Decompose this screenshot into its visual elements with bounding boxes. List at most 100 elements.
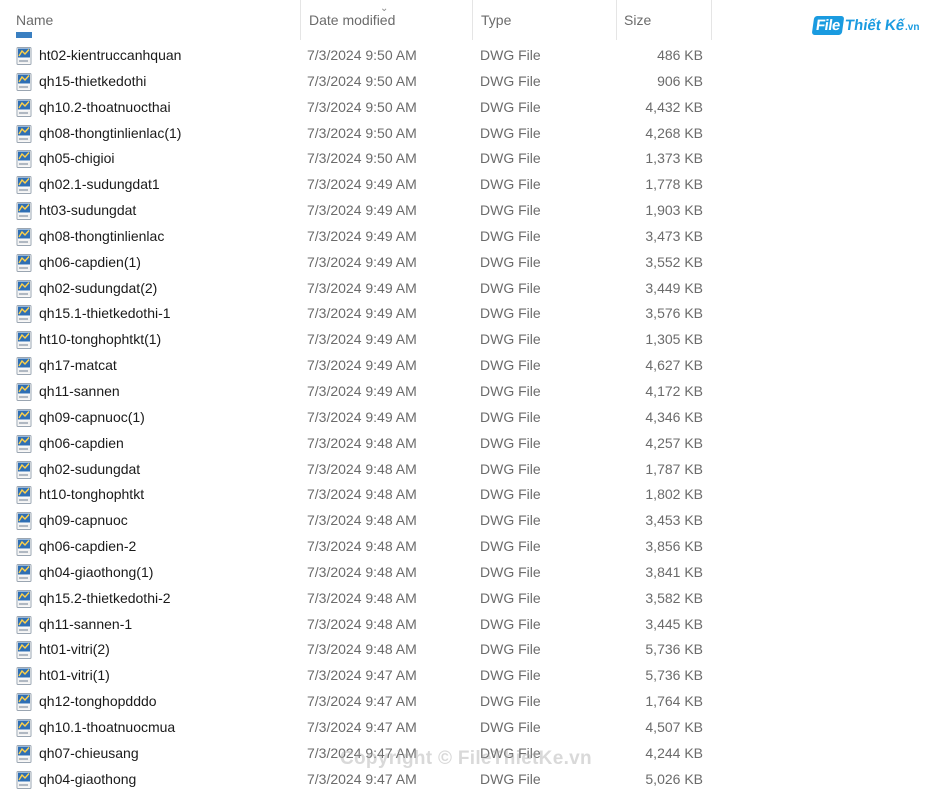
file-type: DWG File (480, 150, 541, 167)
file-type: DWG File (480, 253, 541, 270)
file-row[interactable]: qh05-chigioi 7/3/2024 9:50 AM DWG File 1… (0, 146, 712, 172)
file-size: 1,778 KB (645, 176, 703, 193)
file-date-modified: 7/3/2024 9:48 AM (307, 563, 417, 580)
file-type: DWG File (480, 382, 541, 399)
file-row[interactable]: ht10-tonghophtkt 7/3/2024 9:48 AM DWG Fi… (0, 482, 712, 508)
file-name: qh02.1-sudungdat1 (39, 176, 160, 193)
file-row[interactable]: qh15-thietkedothi 7/3/2024 9:50 AM DWG F… (0, 69, 712, 95)
file-name: qh04-giaothong(1) (39, 563, 154, 580)
file-type: DWG File (480, 124, 541, 141)
dwg-file-icon (16, 589, 32, 608)
column-header-size[interactable]: Size (617, 0, 712, 40)
file-type: DWG File (480, 331, 541, 348)
file-explorer: Name Date modified Type Size ⌄ File Thiế… (0, 0, 950, 798)
file-name: qh10.2-thoatnuocthai (39, 98, 171, 115)
dwg-file-icon (16, 512, 32, 531)
file-date-modified: 7/3/2024 9:49 AM (307, 331, 417, 348)
file-row[interactable]: ht10-tonghophtkt(1) 7/3/2024 9:49 AM DWG… (0, 327, 712, 353)
file-name: qh09-capnuoc (39, 512, 128, 529)
file-name: qh08-thongtinlienlac (39, 227, 165, 244)
file-row[interactable]: qh02.1-sudungdat1 7/3/2024 9:49 AM DWG F… (0, 172, 712, 198)
file-list: ht02-kientruccanhquan 7/3/2024 9:50 AM D… (0, 43, 712, 792)
clipped-row (16, 30, 216, 40)
file-row[interactable]: qh11-sannen 7/3/2024 9:49 AM DWG File 4,… (0, 379, 712, 405)
column-header-type[interactable]: Type (473, 0, 617, 40)
file-row[interactable]: qh15.2-thietkedothi-2 7/3/2024 9:48 AM D… (0, 586, 712, 612)
file-size: 1,903 KB (645, 202, 703, 219)
logo-text: Thiết Kế (843, 17, 906, 34)
file-size: 3,552 KB (645, 253, 703, 270)
file-size: 3,582 KB (645, 589, 703, 606)
file-type: DWG File (480, 47, 541, 63)
file-size: 4,172 KB (645, 382, 703, 399)
file-row[interactable]: qh11-sannen-1 7/3/2024 9:48 AM DWG File … (0, 612, 712, 638)
file-date-modified: 7/3/2024 9:49 AM (307, 305, 417, 322)
file-date-modified: 7/3/2024 9:49 AM (307, 202, 417, 219)
file-row[interactable]: qh09-capnuoc(1) 7/3/2024 9:49 AM DWG Fil… (0, 405, 712, 431)
dwg-file-icon (16, 305, 32, 324)
dwg-file-icon (16, 331, 32, 350)
file-name: qh09-capnuoc(1) (39, 408, 145, 425)
logo-box: File (811, 16, 845, 35)
file-name: ht03-sudungdat (39, 202, 137, 219)
file-row[interactable]: qh10.1-thoatnuocmua 7/3/2024 9:47 AM DWG… (0, 715, 712, 741)
dwg-file-icon (16, 641, 32, 660)
dwg-file-icon (16, 538, 32, 557)
file-row[interactable]: ht02-kientruccanhquan 7/3/2024 9:50 AM D… (0, 43, 712, 69)
file-size: 3,453 KB (645, 512, 703, 529)
file-row[interactable]: qh12-tonghopdddo 7/3/2024 9:47 AM DWG Fi… (0, 689, 712, 715)
file-size: 3,841 KB (645, 563, 703, 580)
file-row[interactable]: qh08-thongtinlienlac 7/3/2024 9:49 AM DW… (0, 224, 712, 250)
column-header-name-label: Name (16, 12, 54, 28)
file-row[interactable]: ht01-vitri(2) 7/3/2024 9:48 AM DWG File … (0, 637, 712, 663)
file-name: qh17-matcat (39, 357, 117, 374)
file-name: qh07-chieusang (39, 744, 139, 761)
column-header-type-label: Type (481, 12, 512, 28)
file-date-modified: 7/3/2024 9:48 AM (307, 460, 417, 477)
file-row[interactable]: qh07-chieusang 7/3/2024 9:47 AM DWG File… (0, 741, 712, 767)
file-row[interactable]: qh17-matcat 7/3/2024 9:49 AM DWG File 4,… (0, 353, 712, 379)
file-type: DWG File (480, 718, 541, 735)
file-row[interactable]: qh06-capdien-2 7/3/2024 9:48 AM DWG File… (0, 534, 712, 560)
file-date-modified: 7/3/2024 9:48 AM (307, 615, 417, 632)
file-row[interactable]: qh15.1-thietkedothi-1 7/3/2024 9:49 AM D… (0, 301, 712, 327)
logo-domain: .vn (905, 22, 920, 33)
dwg-file-icon (16, 434, 32, 453)
file-row[interactable]: qh04-giaothong 7/3/2024 9:47 AM DWG File… (0, 767, 712, 793)
file-date-modified: 7/3/2024 9:47 AM (307, 718, 417, 735)
file-size: 1,373 KB (645, 150, 703, 167)
file-row[interactable]: qh06-capdien(1) 7/3/2024 9:49 AM DWG Fil… (0, 250, 712, 276)
file-row[interactable]: qh02-sudungdat 7/3/2024 9:48 AM DWG File… (0, 457, 712, 483)
dwg-file-icon (16, 744, 32, 763)
file-size: 1,305 KB (645, 331, 703, 348)
file-name: qh08-thongtinlienlac(1) (39, 124, 182, 141)
file-row[interactable]: qh06-capdien 7/3/2024 9:48 AM DWG File 4… (0, 431, 712, 457)
file-type: DWG File (480, 227, 541, 244)
file-row[interactable]: qh10.2-thoatnuocthai 7/3/2024 9:50 AM DW… (0, 95, 712, 121)
file-date-modified: 7/3/2024 9:47 AM (307, 770, 417, 787)
file-type: DWG File (480, 693, 541, 710)
file-name: ht01-vitri(1) (39, 667, 110, 684)
file-size: 3,445 KB (645, 615, 703, 632)
file-row[interactable]: qh08-thongtinlienlac(1) 7/3/2024 9:50 AM… (0, 121, 712, 147)
file-size: 4,507 KB (645, 718, 703, 735)
file-row[interactable]: qh02-sudungdat(2) 7/3/2024 9:49 AM DWG F… (0, 276, 712, 302)
file-row[interactable]: qh09-capnuoc 7/3/2024 9:48 AM DWG File 3… (0, 508, 712, 534)
file-name: qh02-sudungdat (39, 460, 141, 477)
file-type: DWG File (480, 563, 541, 580)
file-size: 4,244 KB (645, 744, 703, 761)
file-type: DWG File (480, 408, 541, 425)
file-name: qh04-giaothong (39, 770, 137, 787)
file-size: 5,736 KB (645, 641, 703, 658)
dwg-file-icon (16, 460, 32, 479)
dwg-file-icon (16, 279, 32, 298)
file-type: DWG File (480, 538, 541, 555)
file-row[interactable]: qh04-giaothong(1) 7/3/2024 9:48 AM DWG F… (0, 560, 712, 586)
file-row[interactable]: ht03-sudungdat 7/3/2024 9:49 AM DWG File… (0, 198, 712, 224)
file-date-modified: 7/3/2024 9:47 AM (307, 693, 417, 710)
file-date-modified: 7/3/2024 9:48 AM (307, 486, 417, 503)
file-row[interactable]: ht01-vitri(1) 7/3/2024 9:47 AM DWG File … (0, 663, 712, 689)
file-type: DWG File (480, 434, 541, 451)
dwg-file-icon (16, 382, 32, 401)
file-date-modified: 7/3/2024 9:48 AM (307, 434, 417, 451)
